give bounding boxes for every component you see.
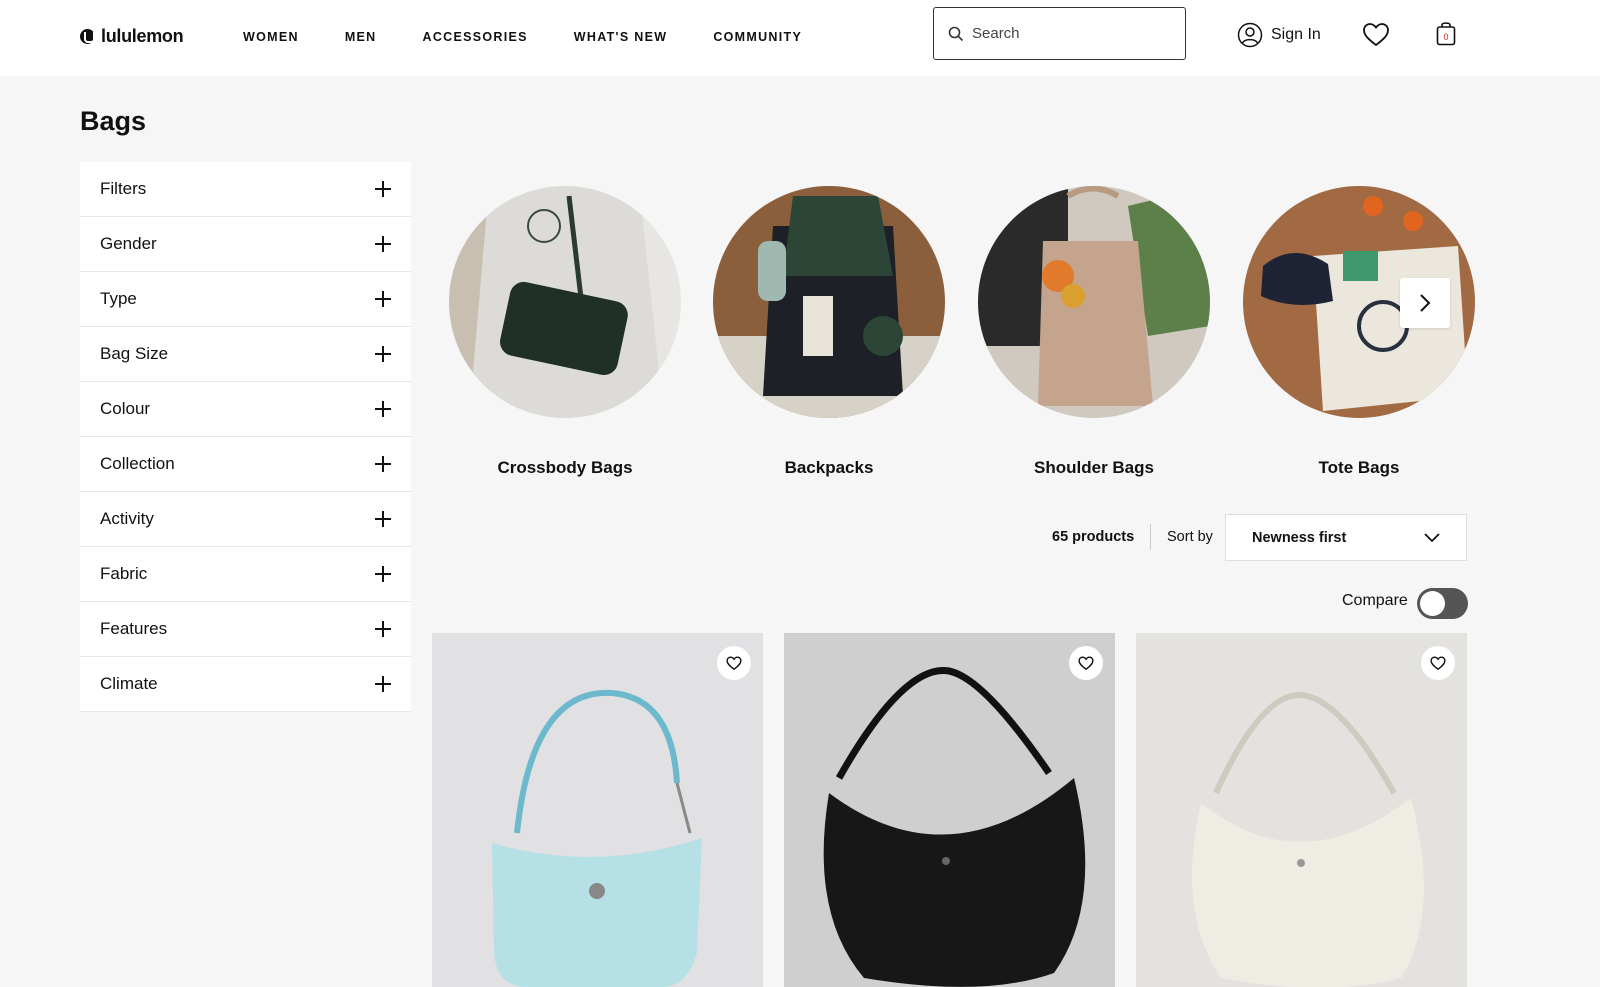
divider [1150,524,1151,550]
category-image [978,186,1210,418]
category-shoulder-bags[interactable]: Shoulder Bags [969,160,1219,478]
nav-women[interactable]: WOMEN [243,30,299,44]
compare-label: Compare [1342,592,1408,609]
product-image [1192,691,1424,987]
compare-toggle[interactable] [1417,588,1468,619]
sign-in-link[interactable]: Sign In [1237,22,1321,48]
filter-gender[interactable]: Gender [80,217,411,272]
site-header: lululemon WOMEN MEN ACCESSORIES WHAT'S N… [0,0,1600,76]
category-label: Shoulder Bags [1034,458,1154,477]
product-count: 65 products [1052,529,1135,545]
cart-count: 0 [1443,32,1448,42]
product-card[interactable] [1136,633,1467,987]
add-to-wishlist-button[interactable] [1421,646,1455,680]
heart-icon [1430,656,1446,670]
nav-whats-new[interactable]: WHAT'S NEW [574,30,668,44]
filter-sidebar: Filters Gender Type Bag Size Colour Coll… [80,162,411,712]
heart-icon [1078,656,1094,670]
nav-accessories[interactable]: ACCESSORIES [423,30,528,44]
filter-bag-size[interactable]: Bag Size [80,327,411,382]
plus-icon [375,566,391,582]
category-image [449,186,681,418]
add-to-wishlist-button[interactable] [1069,646,1103,680]
wishlist-button[interactable] [1362,22,1390,53]
filter-label: Colour [100,399,151,418]
brand-name: lululemon [101,26,184,46]
page-title: Bags [80,106,147,136]
heart-icon [726,656,742,670]
filter-label: Fabric [100,564,148,583]
search-input[interactable] [972,25,1172,42]
filter-colour[interactable]: Colour [80,382,411,437]
nav-community[interactable]: COMMUNITY [713,30,802,44]
product-card[interactable] [784,633,1115,987]
shopping-bag-icon: 0 [1436,22,1456,46]
plus-icon [375,401,391,417]
sort-dropdown[interactable]: Newness first [1225,514,1467,561]
filter-label: Filters [100,179,147,198]
main-nav: WOMEN MEN ACCESSORIES WHAT'S NEW COMMUNI… [243,30,848,44]
nav-men[interactable]: MEN [345,30,377,44]
chevron-down-icon [1424,532,1440,542]
filter-label: Climate [100,674,158,693]
plus-icon [375,181,391,197]
user-icon [1237,22,1263,48]
search-icon [948,26,964,41]
product-card[interactable] [432,633,763,987]
filter-collection[interactable]: Collection [80,437,411,492]
category-backpacks[interactable]: Backpacks [704,160,954,478]
filter-fabric[interactable]: Fabric [80,547,411,602]
search-box[interactable] [933,7,1186,60]
plus-icon [375,291,391,307]
category-image [713,186,945,418]
filter-activity[interactable]: Activity [80,492,411,547]
carousel-next-button[interactable] [1400,278,1450,328]
category-label: Tote Bags [1318,458,1400,477]
plus-icon [375,621,391,637]
category-crossbody-bags[interactable]: Crossbody Bags [440,160,690,478]
plus-icon [375,236,391,252]
sign-in-label: Sign In [1271,26,1321,43]
category-label: Crossbody Bags [497,458,633,477]
brand-logo[interactable]: lululemon [80,26,184,47]
heart-icon [1363,23,1389,47]
filter-filters[interactable]: Filters [80,162,411,217]
filter-label: Collection [100,454,175,473]
filter-label: Activity [100,509,154,528]
category-carousel: Crossbody Bags Backpacks Shoulder Bags T… [440,160,1475,490]
filter-label: Type [100,289,137,308]
product-image [492,689,702,987]
plus-icon [375,346,391,362]
sort-value: Newness first [1252,529,1347,546]
plus-icon [375,676,391,692]
filter-type[interactable]: Type [80,272,411,327]
plus-icon [375,456,391,472]
sort-label: Sort by [1167,529,1213,545]
add-to-wishlist-button[interactable] [717,646,751,680]
filter-climate[interactable]: Climate [80,657,411,712]
filter-label: Bag Size [100,344,169,363]
cart-button[interactable]: 0 [1436,20,1456,51]
filter-features[interactable]: Features [80,602,411,657]
filter-label: Gender [100,234,157,253]
lululemon-logo-icon [80,29,95,44]
filter-label: Features [100,619,168,638]
chevron-right-icon [1420,294,1431,312]
plus-icon [375,511,391,527]
product-image [823,666,1086,987]
category-label: Backpacks [784,458,874,477]
